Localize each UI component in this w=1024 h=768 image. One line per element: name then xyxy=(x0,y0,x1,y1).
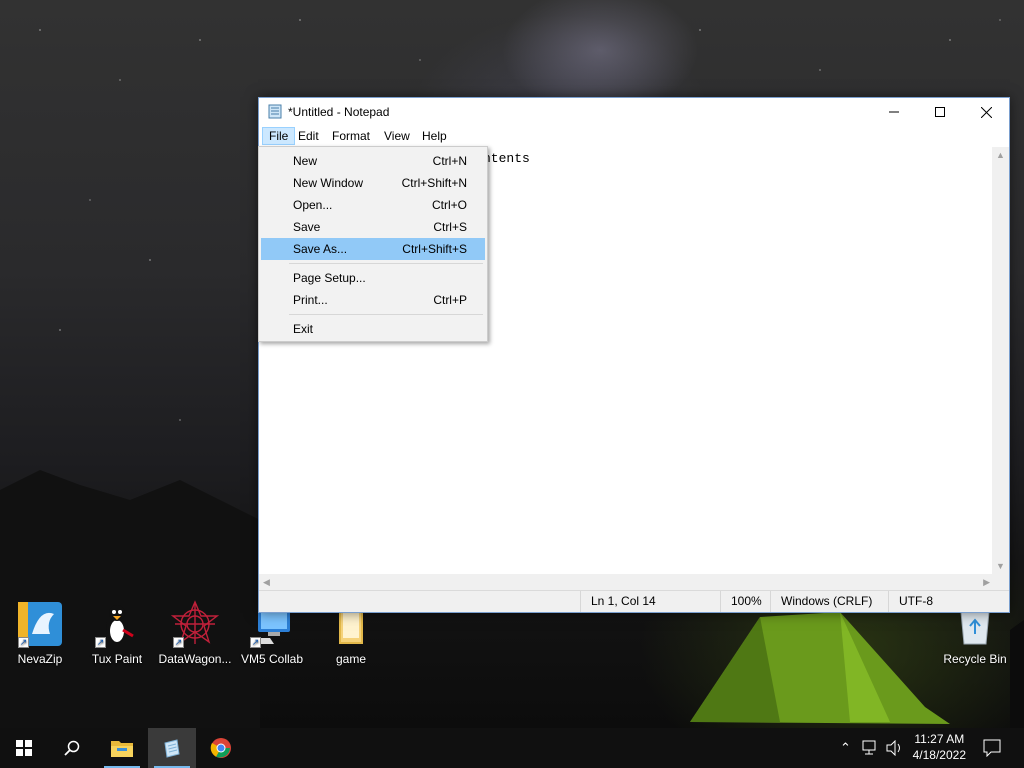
menu-item-save-as[interactable]: Save As... Ctrl+Shift+S xyxy=(261,238,485,260)
scroll-left-icon[interactable]: ◀ xyxy=(263,577,270,588)
desktop-icon-label: Tux Paint xyxy=(91,652,143,666)
menu-item-label: Print... xyxy=(293,293,328,307)
menu-item-shortcut: Ctrl+O xyxy=(431,198,467,212)
menu-item-new[interactable]: New Ctrl+N xyxy=(261,150,485,172)
status-encoding: UTF-8 xyxy=(888,591,993,612)
window-title: *Untitled - Notepad xyxy=(288,105,390,119)
menu-item-shortcut: Ctrl+N xyxy=(432,154,467,168)
network-icon[interactable] xyxy=(862,740,880,756)
title-bar[interactable]: *Untitled - Notepad xyxy=(259,98,1009,126)
clock-date: 4/18/2022 xyxy=(912,748,966,762)
scrollbar-corner xyxy=(992,574,1009,591)
horizontal-scrollbar[interactable]: ◀ ▶ xyxy=(259,574,994,591)
notepad-icon xyxy=(268,104,282,119)
menu-format[interactable]: Format xyxy=(326,127,376,145)
desktop-icon-nevazip[interactable]: ↗ NevaZip xyxy=(0,600,80,666)
menu-item-label: New Window xyxy=(293,176,364,190)
menu-item-shortcut: Ctrl+Shift+S xyxy=(402,242,467,256)
menu-view[interactable]: View xyxy=(378,127,416,145)
vertical-scrollbar[interactable]: ▲ ▼ xyxy=(992,147,1009,574)
maximize-icon xyxy=(935,107,945,117)
start-icon xyxy=(16,740,32,756)
menu-help[interactable]: Help xyxy=(416,127,453,145)
close-icon xyxy=(980,106,992,118)
volume-icon[interactable] xyxy=(886,740,904,756)
notepad-icon xyxy=(164,739,180,758)
shortcut-arrow-icon: ↗ xyxy=(173,637,184,648)
menu-item-open[interactable]: Open... Ctrl+O xyxy=(261,194,485,216)
taskbar-notepad[interactable] xyxy=(148,728,196,768)
menu-file[interactable]: File xyxy=(262,127,296,145)
maximize-button[interactable] xyxy=(917,98,963,126)
menu-item-page-setup[interactable]: Page Setup... xyxy=(261,267,485,289)
menu-item-label: Exit xyxy=(293,322,314,336)
close-button[interactable] xyxy=(963,98,1009,126)
datawagon-icon: ↗ xyxy=(170,600,220,648)
file-menu-dropdown: New Ctrl+N New Window Ctrl+Shift+N Open.… xyxy=(258,146,488,342)
start-button[interactable] xyxy=(0,728,48,768)
desktop-icon-label: game xyxy=(335,652,367,666)
desktop-icon-label: NevaZip xyxy=(17,652,63,666)
chrome-icon xyxy=(210,738,231,758)
menu-item-shortcut: Ctrl+S xyxy=(433,220,467,234)
minimize-button[interactable] xyxy=(871,98,917,126)
status-cursor-position: Ln 1, Col 14 xyxy=(580,591,720,612)
taskbar-file-explorer[interactable] xyxy=(98,728,146,768)
status-zoom: 100% xyxy=(720,591,770,612)
taskbar: ⌃ 11:27 AM 4/18/2022 xyxy=(0,728,1024,768)
taskbar-chrome[interactable] xyxy=(197,728,245,768)
menu-bar: File Edit Format View Help xyxy=(259,126,1009,146)
desktop-icon-datawagon[interactable]: ↗ DataWagon... xyxy=(155,600,235,666)
minimize-icon xyxy=(889,111,899,113)
status-bar: Ln 1, Col 14 100% Windows (CRLF) UTF-8 xyxy=(259,590,1009,612)
desktop-icon-label: DataWagon... xyxy=(158,652,232,666)
clock-time: 11:27 AM xyxy=(914,732,965,746)
menu-item-print[interactable]: Print... Ctrl+P xyxy=(261,289,485,311)
desktop-icon-label: Recycle Bin xyxy=(943,652,1007,666)
file-explorer-icon xyxy=(111,741,133,757)
status-line-ending: Windows (CRLF) xyxy=(770,591,888,612)
search-button[interactable] xyxy=(48,728,96,768)
notifications-icon[interactable] xyxy=(983,739,1001,757)
menu-item-label: Save xyxy=(293,220,321,234)
menu-item-save[interactable]: Save Ctrl+S xyxy=(261,216,485,238)
desktop-icon-tux-paint[interactable]: ↗ Tux Paint xyxy=(77,600,157,666)
wallpaper-tent xyxy=(690,612,950,724)
desktop-icon-label: VM5 Collab xyxy=(240,652,304,666)
menu-item-label: Page Setup... xyxy=(293,271,366,285)
tux-paint-icon: ↗ xyxy=(93,600,141,648)
show-hidden-icons-icon[interactable]: ⌃ xyxy=(840,740,851,756)
scroll-down-icon[interactable]: ▼ xyxy=(996,561,1005,571)
menu-item-label: Open... xyxy=(293,198,333,212)
editor-text: ntents xyxy=(483,151,530,166)
menu-separator xyxy=(289,263,483,264)
nevazip-icon: ↗ xyxy=(16,600,64,648)
menu-item-label: Save As... xyxy=(293,242,348,256)
menu-item-new-window[interactable]: New Window Ctrl+Shift+N xyxy=(261,172,485,194)
menu-item-exit[interactable]: Exit xyxy=(261,318,485,340)
search-icon xyxy=(64,740,80,756)
menu-edit[interactable]: Edit xyxy=(292,127,325,145)
menu-item-shortcut: Ctrl+P xyxy=(433,293,467,307)
menu-item-label: New xyxy=(293,154,318,168)
shortcut-arrow-icon: ↗ xyxy=(18,637,29,648)
scroll-up-icon[interactable]: ▲ xyxy=(996,150,1005,160)
menu-separator xyxy=(289,314,483,315)
shortcut-arrow-icon: ↗ xyxy=(250,637,261,648)
menu-item-shortcut: Ctrl+Shift+N xyxy=(401,176,467,190)
shortcut-arrow-icon: ↗ xyxy=(95,637,106,648)
taskbar-clock[interactable]: 11:27 AM 4/18/2022 xyxy=(913,731,966,763)
scroll-right-icon[interactable]: ▶ xyxy=(983,577,990,588)
